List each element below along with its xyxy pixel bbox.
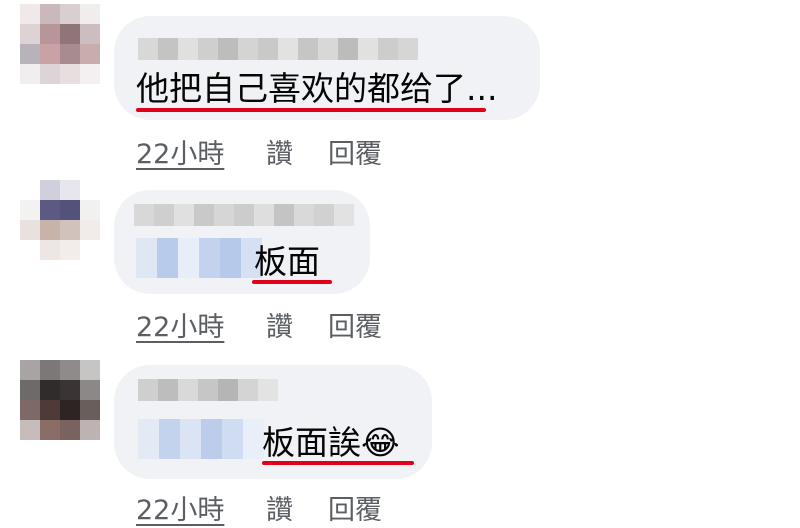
mentioned-user-blurred[interactable] (136, 238, 262, 278)
commenter-name-blurred[interactable] (138, 38, 418, 60)
commenter-name-blurred[interactable] (138, 379, 278, 401)
reply-button[interactable]: 回覆 (328, 305, 382, 344)
comment-bubble: 他把自己喜欢的都给了... (114, 16, 540, 120)
reply-button[interactable]: 回覆 (328, 488, 382, 527)
comment-text: 板面 (254, 242, 320, 281)
timestamp-link[interactable]: 22小時 (136, 305, 224, 344)
comment-bubble: 板面誒😂 (114, 365, 432, 479)
like-button[interactable]: 讚 (266, 132, 293, 171)
red-underline-annotation (136, 108, 486, 112)
avatar[interactable] (20, 4, 100, 84)
like-button[interactable]: 讚 (266, 305, 293, 344)
avatar[interactable] (20, 360, 100, 440)
timestamp-link[interactable]: 22小時 (136, 488, 224, 527)
comment-text: 板面誒😂 (262, 423, 400, 462)
mentioned-user-blurred[interactable] (138, 419, 264, 459)
reply-button[interactable]: 回覆 (328, 132, 382, 171)
timestamp-link[interactable]: 22小時 (136, 132, 224, 171)
comment-text: 他把自己喜欢的都给了... (136, 69, 498, 108)
red-underline-annotation (252, 280, 332, 284)
commenter-name-blurred[interactable] (134, 204, 354, 226)
comment-bubble: 板面 (114, 190, 370, 294)
like-button[interactable]: 讚 (266, 488, 293, 527)
avatar[interactable] (20, 180, 100, 260)
red-underline-annotation (262, 461, 414, 465)
